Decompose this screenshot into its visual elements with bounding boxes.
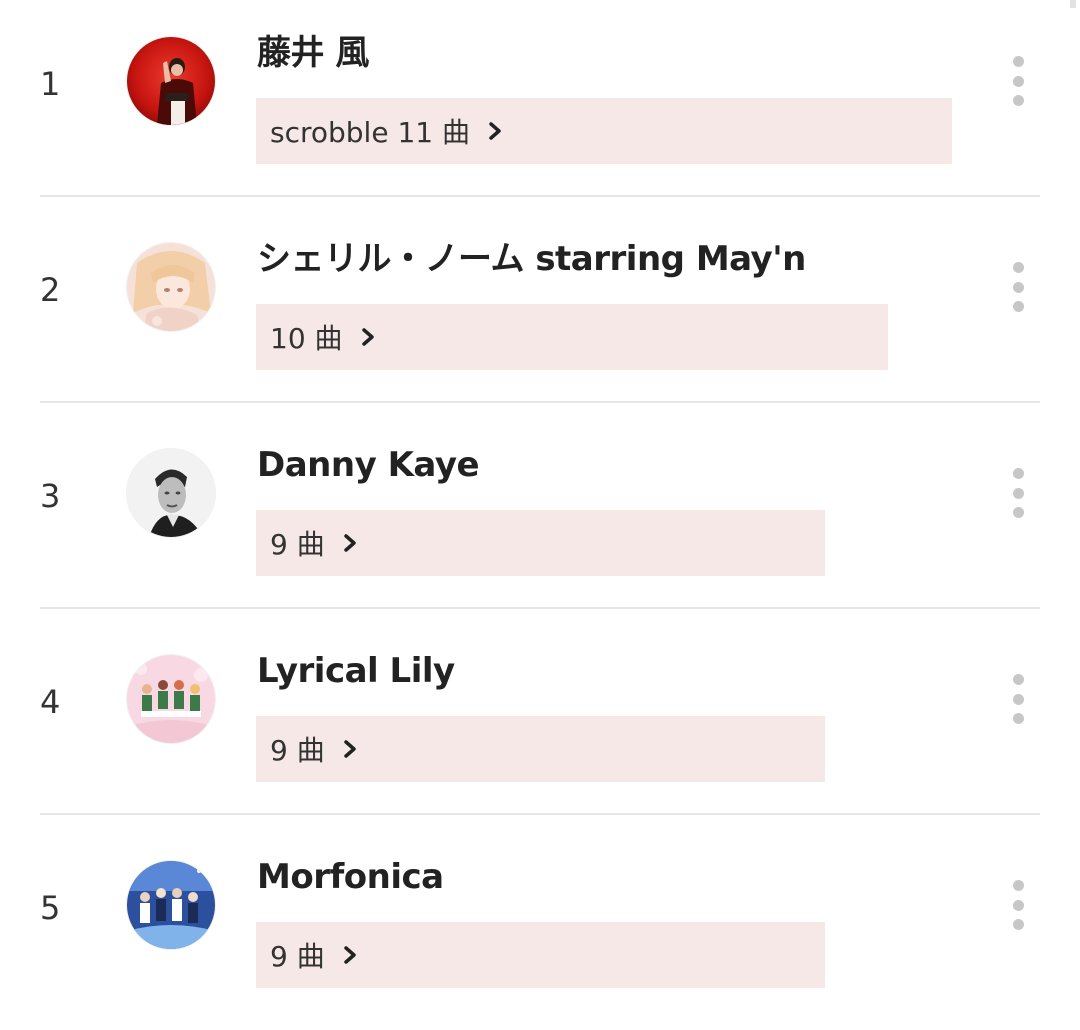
artist-avatar[interactable] — [127, 655, 215, 743]
row-divider — [40, 607, 1040, 609]
rank-number: 3 — [40, 477, 61, 515]
artist-name[interactable]: 藤井 風 — [257, 30, 369, 76]
chevron-right-icon — [343, 946, 356, 964]
rank-number: 5 — [40, 889, 61, 927]
rank-number: 1 — [40, 65, 61, 103]
artist-avatar[interactable] — [127, 449, 215, 537]
list-item[interactable]: 4 Lyrical Lily 9 曲 — [0, 618, 1080, 824]
track-count-bar[interactable]: 9 曲 — [256, 716, 825, 782]
more-options-icon[interactable] — [1006, 468, 1030, 518]
artist-name[interactable]: シェリル・ノーム starring May'n — [257, 236, 806, 282]
rank-number: 2 — [40, 271, 61, 309]
artist-name[interactable]: Morfonica — [257, 854, 444, 900]
artist-avatar-anime-blonde-icon — [127, 243, 215, 331]
row-divider — [40, 195, 1040, 197]
rank-number: 4 — [40, 683, 61, 721]
more-options-icon[interactable] — [1006, 56, 1030, 106]
track-count-label: 9 曲 — [270, 528, 325, 561]
chevron-right-icon — [343, 740, 356, 758]
artist-avatar-red-icon — [127, 37, 215, 125]
track-count-label: 10 曲 — [270, 322, 343, 355]
artist-avatar-bw-portrait-icon — [127, 449, 215, 537]
artist-avatar-group-pink-icon — [127, 655, 215, 743]
track-count-bar[interactable]: 9 曲 — [256, 922, 825, 988]
scrollbar[interactable] — [1070, 0, 1076, 8]
more-options-icon[interactable] — [1006, 674, 1030, 724]
row-divider — [40, 401, 1040, 403]
more-options-icon[interactable] — [1006, 880, 1030, 930]
row-divider — [40, 813, 1040, 815]
track-count-label: 9 曲 — [270, 940, 325, 973]
list-item[interactable]: 2 シェリル・ノーム starring May'n 10 曲 — [0, 206, 1080, 412]
chevron-right-icon — [489, 122, 501, 140]
artist-name[interactable]: Lyrical Lily — [257, 648, 455, 694]
artist-avatar[interactable] — [127, 37, 215, 125]
artist-name[interactable]: Danny Kaye — [257, 442, 480, 488]
chevron-right-icon — [361, 328, 374, 346]
more-options-icon[interactable] — [1006, 262, 1030, 312]
artist-avatar[interactable] — [127, 243, 215, 331]
track-count-bar[interactable]: 9 曲 — [256, 510, 825, 576]
track-count-label: 9 曲 — [270, 734, 325, 767]
track-count-bar[interactable]: 10 曲 — [256, 304, 888, 370]
list-item[interactable]: 1 藤井 風 scrobble 11 曲 — [0, 0, 1080, 206]
list-item[interactable]: 5 Morfonica 9 曲 — [0, 824, 1080, 1030]
artist-avatar[interactable] — [127, 861, 215, 949]
track-count-label: scrobble 11 曲 — [270, 116, 470, 149]
chevron-right-icon — [343, 534, 356, 552]
list-item[interactable]: 3 Danny Kaye 9 曲 — [0, 412, 1080, 618]
artist-avatar-group-blue-icon — [127, 861, 215, 949]
track-count-bar[interactable]: scrobble 11 曲 — [256, 98, 952, 164]
